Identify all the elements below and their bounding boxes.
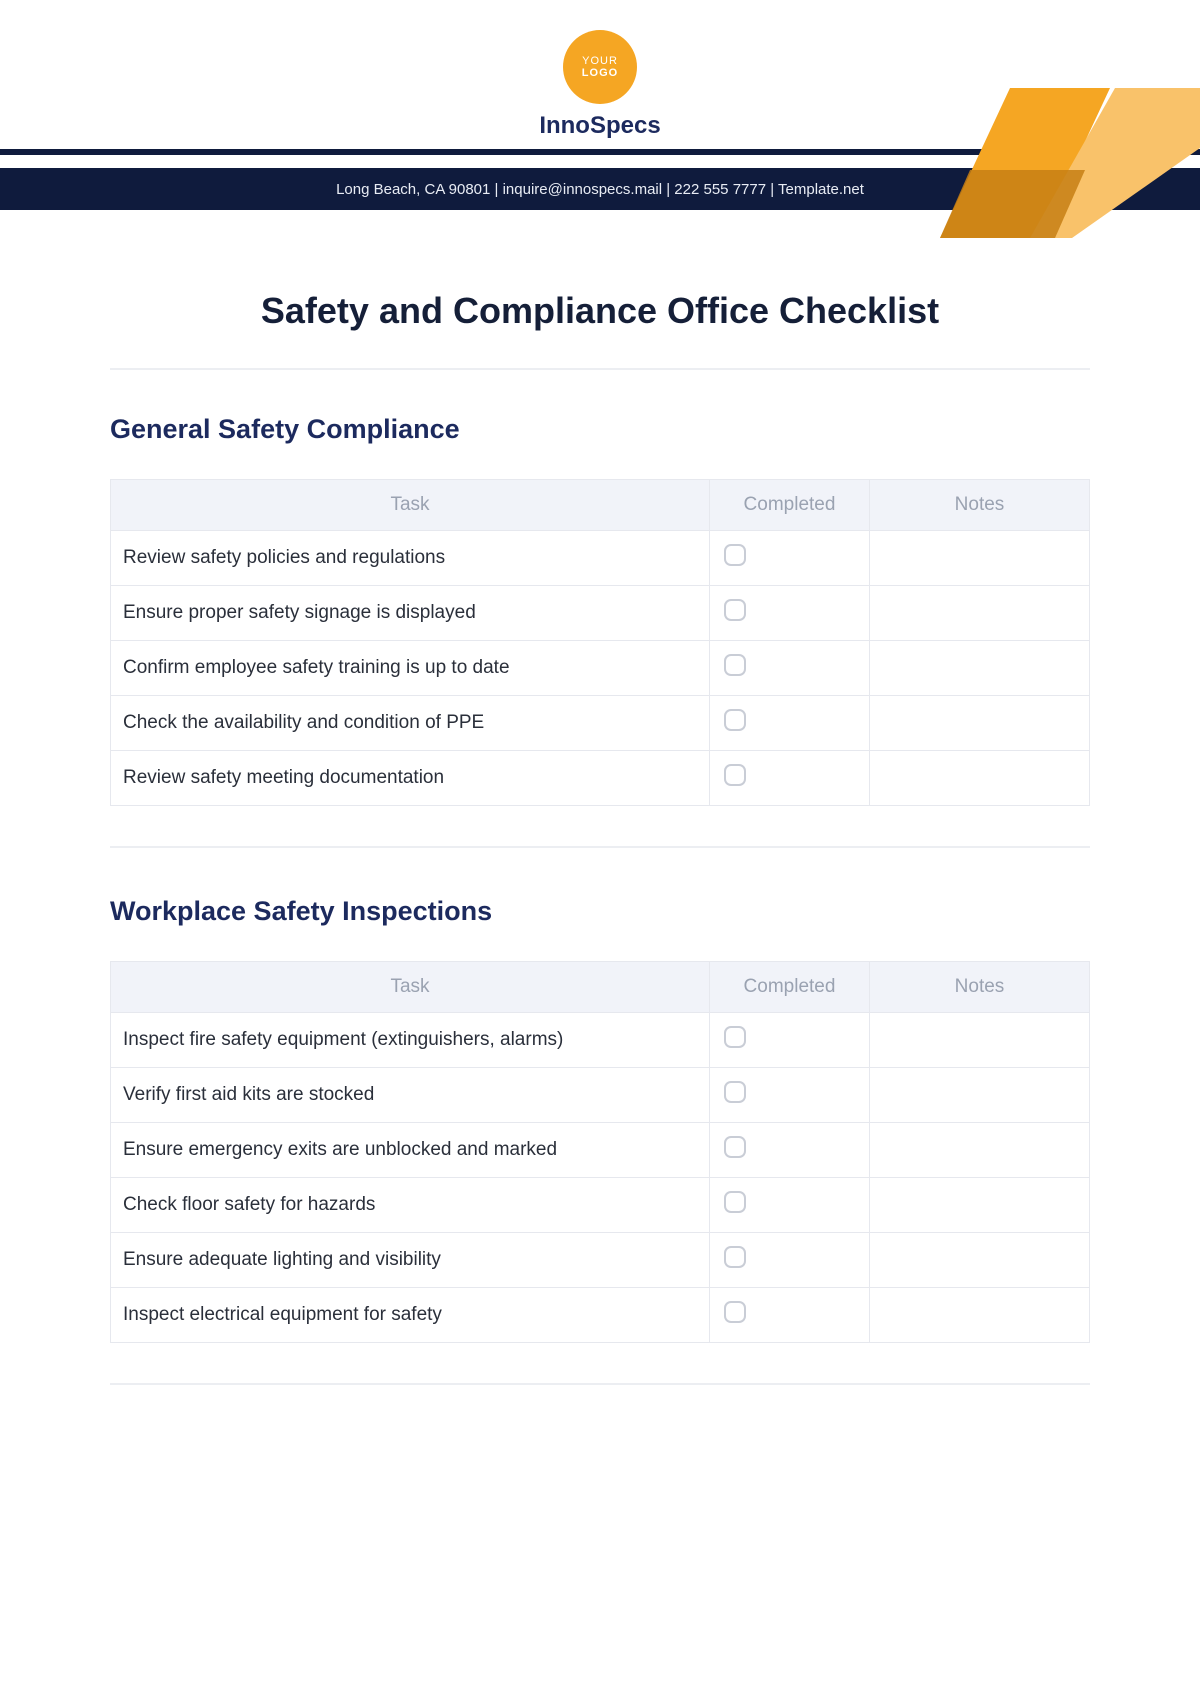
task-cell: Ensure proper safety signage is displaye… (111, 586, 710, 641)
completed-cell (710, 1123, 870, 1178)
table-row: Confirm employee safety training is up t… (111, 641, 1090, 696)
completed-cell (710, 1178, 870, 1233)
section-title: Workplace Safety Inspections (110, 896, 1090, 927)
task-cell: Review safety meeting documentation (111, 751, 710, 806)
table-row: Check the availability and condition of … (111, 696, 1090, 751)
section-divider (110, 846, 1090, 848)
completed-cell (710, 1068, 870, 1123)
checkbox-icon[interactable] (724, 1191, 746, 1213)
table-row: Inspect fire safety equipment (extinguis… (111, 1013, 1090, 1068)
completed-cell (710, 586, 870, 641)
notes-cell[interactable] (870, 696, 1090, 751)
checkbox-icon[interactable] (724, 544, 746, 566)
table-row: Verify first aid kits are stocked (111, 1068, 1090, 1123)
column-header-notes: Notes (870, 962, 1090, 1013)
task-cell: Verify first aid kits are stocked (111, 1068, 710, 1123)
checkbox-icon[interactable] (724, 1081, 746, 1103)
page-title: Safety and Compliance Office Checklist (110, 290, 1090, 332)
company-name: InnoSpecs (539, 112, 660, 140)
notes-cell[interactable] (870, 641, 1090, 696)
checkbox-icon[interactable] (724, 1246, 746, 1268)
table-row: Ensure emergency exits are unblocked and… (111, 1123, 1090, 1178)
task-cell: Check the availability and condition of … (111, 696, 710, 751)
decorative-shape-icon (940, 88, 1200, 238)
completed-cell (710, 531, 870, 586)
notes-cell[interactable] (870, 586, 1090, 641)
checkbox-icon[interactable] (724, 1301, 746, 1323)
checkbox-icon[interactable] (724, 654, 746, 676)
checkbox-icon[interactable] (724, 709, 746, 731)
logo-placeholder-icon: YOUR LOGO (563, 30, 637, 104)
column-header-notes: Notes (870, 480, 1090, 531)
notes-cell[interactable] (870, 1233, 1090, 1288)
notes-cell[interactable] (870, 1123, 1090, 1178)
checkbox-icon[interactable] (724, 764, 746, 786)
completed-cell (710, 696, 870, 751)
checkbox-icon[interactable] (724, 1136, 746, 1158)
notes-cell[interactable] (870, 1068, 1090, 1123)
title-divider (110, 368, 1090, 370)
task-cell: Ensure adequate lighting and visibility (111, 1233, 710, 1288)
column-header-task: Task (111, 480, 710, 531)
table-row: Ensure proper safety signage is displaye… (111, 586, 1090, 641)
checkbox-icon[interactable] (724, 599, 746, 621)
logo-text-line2: LOGO (582, 67, 618, 79)
task-cell: Ensure emergency exits are unblocked and… (111, 1123, 710, 1178)
completed-cell (710, 1013, 870, 1068)
task-cell: Inspect electrical equipment for safety (111, 1288, 710, 1343)
section-divider (110, 1383, 1090, 1385)
checklist-table: TaskCompletedNotes Inspect fire safety eq… (110, 961, 1090, 1343)
completed-cell (710, 641, 870, 696)
table-row: Check floor safety for hazards (111, 1178, 1090, 1233)
checkbox-icon[interactable] (724, 1026, 746, 1048)
completed-cell (710, 1233, 870, 1288)
table-row: Inspect electrical equipment for safety (111, 1288, 1090, 1343)
task-cell: Check floor safety for hazards (111, 1178, 710, 1233)
section-title: General Safety Compliance (110, 414, 1090, 445)
table-row: Review safety meeting documentation (111, 751, 1090, 806)
contact-info: Long Beach, CA 90801 | inquire@innospecs… (336, 181, 864, 198)
column-header-completed: Completed (710, 962, 870, 1013)
checklist-table: TaskCompletedNotes Review safety policies… (110, 479, 1090, 806)
table-row: Ensure adequate lighting and visibility (111, 1233, 1090, 1288)
notes-cell[interactable] (870, 1288, 1090, 1343)
table-row: Review safety policies and regulations (111, 531, 1090, 586)
notes-cell[interactable] (870, 1013, 1090, 1068)
logo-text-line1: YOUR (582, 55, 618, 67)
notes-cell[interactable] (870, 531, 1090, 586)
document-header: YOUR LOGO InnoSpecs Long Beach, CA 90801… (0, 0, 1200, 230)
document-body: Safety and Compliance Office Checklist G… (0, 230, 1200, 1385)
completed-cell (710, 1288, 870, 1343)
notes-cell[interactable] (870, 751, 1090, 806)
completed-cell (710, 751, 870, 806)
task-cell: Inspect fire safety equipment (extinguis… (111, 1013, 710, 1068)
notes-cell[interactable] (870, 1178, 1090, 1233)
task-cell: Confirm employee safety training is up t… (111, 641, 710, 696)
task-cell: Review safety policies and regulations (111, 531, 710, 586)
column-header-task: Task (111, 962, 710, 1013)
column-header-completed: Completed (710, 480, 870, 531)
